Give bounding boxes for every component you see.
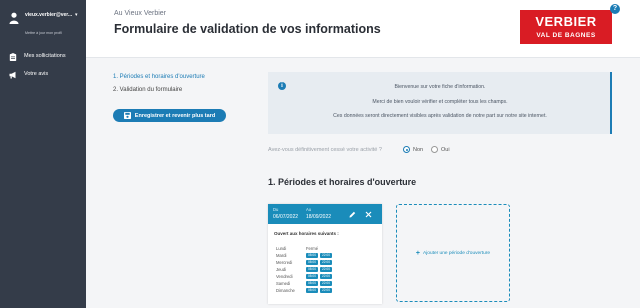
info-line: Merci de bien vouloir vérifier et complé… <box>372 99 508 105</box>
clipboard-icon <box>9 53 17 61</box>
user-name: vieux.verbier@ver... <box>25 12 73 18</box>
chevron-down-icon: ▾ <box>75 12 78 18</box>
day-row: Samedi 08:00 22:00 <box>276 281 376 287</box>
day-name: Vendredi <box>276 274 293 279</box>
logo-sub-text: VAL DE BAGNES <box>536 32 596 39</box>
info-box: i Bienvenue sur votre fiche d'informatio… <box>268 72 612 134</box>
closed-label: Fermé <box>306 246 319 251</box>
info-line: Ces données seront directement visibles … <box>333 113 547 119</box>
time-chip: 08:00 <box>306 281 318 286</box>
radio-label: Oui <box>441 146 450 153</box>
radio-checked-icon[interactable] <box>403 146 410 153</box>
sidebar-item-label: Votre avis <box>24 71 49 77</box>
cessation-question: Avez-vous définitivement cessé votre act… <box>268 147 382 153</box>
open-hours-label: Ouvert aux horaires suivants : <box>274 231 339 236</box>
radio-unchecked-icon[interactable] <box>431 146 438 153</box>
time-chip: 08:00 <box>306 260 318 265</box>
radio-label: Non <box>413 146 424 153</box>
day-row: Mardi 08:00 22:00 <box>276 253 376 259</box>
logo-main-text: VERBIER <box>535 14 597 29</box>
time-chip: 22:00 <box>320 260 332 265</box>
page-header: Au Vieux Verbier Formulaire de validatio… <box>86 0 640 58</box>
day-row: Dimanche 08:00 22:00 <box>276 288 376 294</box>
section-title: 1. Périodes et horaires d'ouverture <box>268 177 417 187</box>
day-name: Mercredi <box>276 260 293 265</box>
user-icon <box>9 12 19 24</box>
sidebar: vieux.verbier@ver... ▾ Mettre à jour mon… <box>0 0 86 308</box>
page-title: Formulaire de validation de vos informat… <box>114 22 381 36</box>
add-period-button[interactable]: + Ajouter une période d'ouverture <box>396 204 510 302</box>
day-row: Vendredi 08:00 22:00 <box>276 274 376 280</box>
info-line: Bienvenue sur votre fiche d'information. <box>394 84 486 90</box>
sidebar-item-sollicitations[interactable]: Mes sollicitations <box>0 50 86 64</box>
to-date: 18/09/2022 <box>306 214 332 220</box>
save-button-label: Enregistrer et revenir plus tard <box>134 112 216 119</box>
edit-icon[interactable] <box>349 211 356 218</box>
day-name: Samedi <box>276 281 291 286</box>
user-menu[interactable]: vieux.verbier@ver... ▾ Mettre à jour mon… <box>5 9 83 39</box>
time-chip: 22:00 <box>320 288 332 293</box>
sidebar-item-label: Mes sollicitations <box>24 53 66 59</box>
radio-oui[interactable]: Oui <box>431 146 450 153</box>
time-chip: 08:00 <box>306 274 318 279</box>
time-chip: 08:00 <box>306 267 318 272</box>
time-chip: 22:00 <box>320 253 332 258</box>
megaphone-icon <box>9 71 16 79</box>
update-profile-link[interactable]: Mettre à jour mon profil <box>25 31 62 35</box>
from-date: 06/07/2022 <box>273 214 299 220</box>
save-icon <box>123 112 131 119</box>
radio-non[interactable]: Non <box>403 146 423 153</box>
day-row: Mercredi 08:00 22:00 <box>276 260 376 266</box>
time-chip: 08:00 <box>306 288 318 293</box>
save-and-return-button[interactable]: Enregistrer et revenir plus tard <box>113 109 226 122</box>
help-icon[interactable]: ? <box>610 4 620 14</box>
from-label: Du <box>273 207 279 212</box>
establishment-name: Au Vieux Verbier <box>114 10 167 17</box>
day-row: Lundi Fermé <box>276 246 376 252</box>
time-chip: 22:00 <box>320 274 332 279</box>
period-card-header: Du 06/07/2022 Au 18/09/2022 <box>268 204 382 224</box>
add-period-label: Ajouter une période d'ouverture <box>423 250 491 256</box>
verbier-logo: VERBIER VAL DE BAGNES <box>520 10 612 44</box>
day-name: Mardi <box>276 253 287 258</box>
time-chip: 22:00 <box>320 267 332 272</box>
step-validation[interactable]: 2. Validation du formulaire <box>113 87 182 93</box>
day-name: Lundi <box>276 246 287 251</box>
day-name: Dimanche <box>276 288 295 293</box>
day-row: Jeudi 08:00 22:00 <box>276 267 376 273</box>
period-card: Du 06/07/2022 Au 18/09/2022 Ouvert aux h… <box>268 204 382 304</box>
day-name: Jeudi <box>276 267 287 272</box>
time-chip: 08:00 <box>306 253 318 258</box>
close-icon[interactable] <box>365 211 372 218</box>
plus-icon: + <box>415 249 421 257</box>
time-chip: 22:00 <box>320 281 332 286</box>
step-periods[interactable]: 1. Périodes et horaires d'ouverture <box>113 74 205 80</box>
sidebar-item-avis[interactable]: Votre avis <box>0 68 86 82</box>
to-label: Au <box>306 207 312 212</box>
